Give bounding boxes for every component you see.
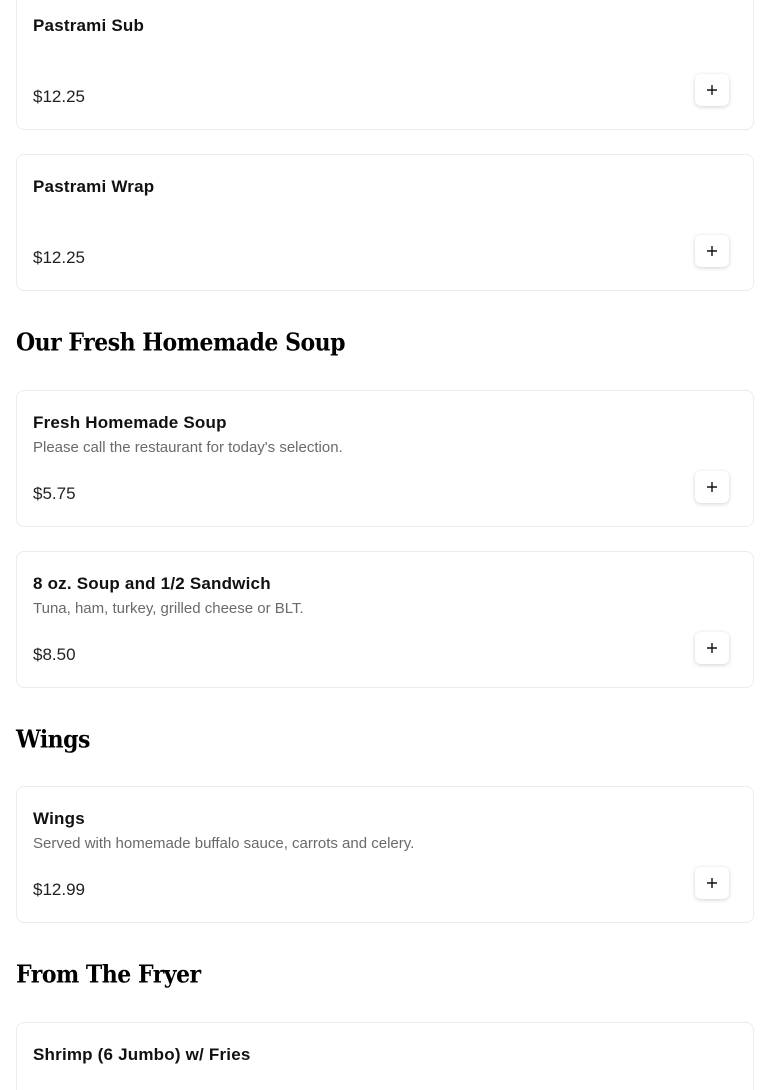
add-to-cart-button[interactable]: [695, 74, 729, 106]
plus-icon: [707, 85, 717, 95]
add-to-cart-button[interactable]: [695, 867, 729, 899]
menu-item-card[interactable]: Shrimp (6 Jumbo) w/ Fries: [16, 1022, 754, 1090]
section-title-fryer: From The Fryer: [16, 960, 201, 990]
item-name: Wings: [33, 809, 85, 828]
menu-item-card[interactable]: Pastrami Sub $12.25: [16, 0, 754, 130]
section-title-wings: Wings: [16, 725, 90, 755]
item-name: Fresh Homemade Soup: [33, 413, 227, 432]
menu-item-card[interactable]: 8 oz. Soup and 1/2 Sandwich Tuna, ham, t…: [16, 551, 754, 688]
item-description: Please call the restaurant for today's s…: [33, 439, 343, 456]
item-name: Shrimp (6 Jumbo) w/ Fries: [33, 1045, 251, 1064]
item-price: $12.99: [33, 880, 85, 899]
plus-icon: [707, 878, 717, 888]
item-price: $5.75: [33, 484, 76, 503]
item-description: Tuna, ham, turkey, grilled cheese or BLT…: [33, 600, 304, 617]
item-description: Served with homemade buffalo sauce, carr…: [33, 835, 415, 852]
add-to-cart-button[interactable]: [695, 471, 729, 503]
menu-item-card[interactable]: Wings Served with homemade buffalo sauce…: [16, 786, 754, 923]
item-price: $8.50: [33, 645, 76, 664]
add-to-cart-button[interactable]: [695, 632, 729, 664]
item-name: 8 oz. Soup and 1/2 Sandwich: [33, 574, 271, 593]
section-title-soup: Our Fresh Homemade Soup: [16, 328, 346, 358]
item-price: $12.25: [33, 248, 85, 267]
add-to-cart-button[interactable]: [695, 235, 729, 267]
plus-icon: [707, 482, 717, 492]
item-price: $12.25: [33, 87, 85, 106]
menu-item-card[interactable]: Fresh Homemade Soup Please call the rest…: [16, 390, 754, 527]
item-name: Pastrami Wrap: [33, 177, 155, 196]
item-name: Pastrami Sub: [33, 16, 145, 35]
plus-icon: [707, 643, 717, 653]
menu-item-card[interactable]: Pastrami Wrap $12.25: [16, 154, 754, 291]
menu-page: Pastrami Sub $12.25 Pastrami Wrap $12.25…: [0, 0, 770, 1090]
plus-icon: [707, 246, 717, 256]
